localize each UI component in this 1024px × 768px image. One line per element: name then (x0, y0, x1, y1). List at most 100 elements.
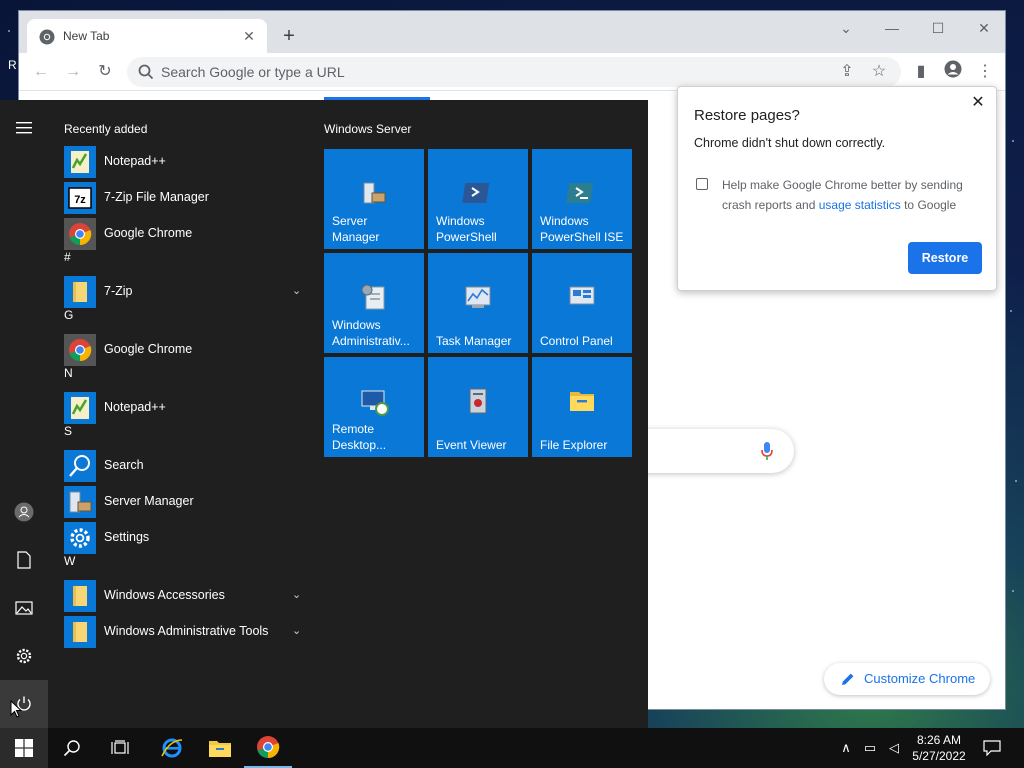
app-item-7-zip-file-manager[interactable]: 7z 7-Zip File Manager (64, 182, 304, 214)
task-view-button[interactable] (96, 728, 144, 768)
volume-icon[interactable]: ◁ (886, 740, 902, 756)
tile-remote-desktop[interactable]: Remote Desktop... (324, 357, 424, 457)
help-text-end: to Google (900, 198, 957, 212)
task-manager-icon (462, 281, 494, 313)
notifications-icon[interactable] (982, 740, 1002, 757)
profile-icon[interactable] (941, 60, 965, 84)
documents-icon[interactable] (0, 536, 48, 584)
restore-button[interactable]: Restore (908, 242, 982, 274)
tab-new-tab[interactable]: New Tab ✕ (27, 19, 267, 53)
tile-control-panel[interactable]: Control Panel (532, 253, 632, 353)
close-tab-icon[interactable]: ✕ (239, 26, 259, 46)
app-item-notepad-[interactable]: Notepad++ (64, 392, 304, 424)
usage-statistics-link[interactable]: usage statistics (819, 198, 901, 212)
section-header[interactable]: G (64, 308, 73, 322)
network-icon[interactable]: ▭ (862, 740, 878, 756)
app-item-search[interactable]: Search (64, 450, 304, 482)
back-icon[interactable]: ← (29, 60, 53, 84)
file-explorer-button[interactable] (196, 728, 244, 768)
powershell-ise-icon (566, 177, 598, 209)
tile-label: Windows Administrativ... (332, 318, 410, 348)
tile-file-explorer[interactable]: File Explorer (532, 357, 632, 457)
show-hidden-icons[interactable]: ∧ (838, 740, 854, 756)
app-item-7-zip[interactable]: 7-Zip ⌄ (64, 276, 304, 308)
close-window-button[interactable]: ✕ (969, 17, 999, 39)
file-explorer-icon (566, 385, 598, 417)
app-item-windows-administrative-tools[interactable]: Windows Administrative Tools ⌄ (64, 616, 304, 648)
tile-label: Server Manager (332, 214, 380, 244)
tile-server-manager[interactable]: Server Manager (324, 149, 424, 249)
remote-desktop-icon (358, 385, 390, 417)
new-tab-button[interactable]: + (277, 25, 301, 49)
customize-chrome-label: Customize Chrome (864, 671, 976, 686)
clock-date: 5/27/2022 (912, 749, 966, 763)
reload-icon[interactable]: ↻ (93, 60, 117, 84)
pictures-icon[interactable] (0, 584, 48, 632)
chevron-down-icon[interactable]: ⌄ (292, 624, 304, 637)
notepadpp-icon (64, 146, 96, 178)
tab-search-icon[interactable]: ⌄ (831, 17, 861, 39)
power-icon[interactable] (0, 680, 48, 728)
app-item-settings[interactable]: Settings (64, 522, 304, 554)
task-view-icon (111, 740, 129, 754)
forward-icon[interactable]: → (61, 60, 85, 84)
app-label: Search (104, 458, 144, 472)
chevron-down-icon[interactable]: ⌄ (292, 588, 304, 601)
tile-windows-powershell-ise[interactable]: Windows PowerShell ISE (532, 149, 632, 249)
crash-report-checkbox[interactable] (696, 178, 708, 190)
svg-text:7z: 7z (74, 194, 86, 206)
start-button[interactable] (0, 728, 48, 768)
user-icon[interactable] (0, 488, 48, 536)
admin-tools-icon (358, 281, 390, 313)
internet-explorer-icon (161, 738, 183, 758)
maximize-button[interactable]: ☐ (923, 17, 953, 39)
hamburger-icon[interactable] (0, 104, 48, 152)
section-header[interactable]: S (64, 424, 72, 438)
side-panel-icon[interactable]: ▮ (909, 60, 933, 84)
mic-icon[interactable] (760, 441, 774, 461)
internet-explorer-button[interactable] (148, 728, 196, 768)
app-item-google-chrome[interactable]: Google Chrome (64, 218, 304, 250)
app-label: Notepad++ (104, 154, 166, 168)
app-label: 7-Zip (104, 284, 133, 298)
tile-label: Windows PowerShell (436, 214, 497, 244)
app-list: Recently added Notepad++ 7z 7-Zip File Mana… (56, 100, 308, 728)
tile-task-manager[interactable]: Task Manager (428, 253, 528, 353)
app-label: Settings (104, 530, 150, 544)
star-icon[interactable]: ☆ (867, 60, 891, 84)
start-rail (0, 100, 48, 728)
app-label: Windows Accessories (104, 588, 225, 602)
section-header[interactable]: N (64, 366, 73, 380)
chrome-icon (64, 334, 96, 366)
clock[interactable]: 8:26 AM 5/27/2022 (904, 732, 974, 764)
ntp-search-box[interactable] (639, 429, 794, 473)
share-icon[interactable]: ⇪ (835, 60, 859, 84)
control-panel-icon (566, 281, 598, 313)
settings-icon[interactable] (0, 632, 48, 680)
omnibox[interactable]: Search Google or type a URL ⇪ ☆ (127, 57, 901, 87)
pencil-icon (842, 673, 854, 685)
minimize-button[interactable]: — (877, 17, 907, 39)
close-icon[interactable]: ✕ (968, 93, 988, 113)
menu-icon[interactable]: ⋮ (973, 60, 997, 84)
tile-windows-administrativ[interactable]: Windows Administrativ... (324, 253, 424, 353)
app-label: 7-Zip File Manager (104, 190, 209, 204)
app-item-windows-accessories[interactable]: Windows Accessories ⌄ (64, 580, 304, 612)
tile-label: Windows PowerShell ISE (540, 214, 624, 244)
app-item-notepad-[interactable]: Notepad++ (64, 146, 304, 178)
tile-label: Task Manager (436, 334, 512, 348)
tile-windows-powershell[interactable]: Windows PowerShell (428, 149, 528, 249)
app-item-google-chrome[interactable]: Google Chrome (64, 334, 304, 366)
section-header[interactable]: W (64, 554, 75, 568)
app-item-server-manager[interactable]: Server Manager (64, 486, 304, 518)
server-manager-icon (358, 177, 390, 209)
taskbar: ∧ ▭ ◁ 8:26 AM 5/27/2022 (0, 728, 1024, 768)
search-button[interactable] (48, 728, 96, 768)
tile-event-viewer[interactable]: Event Viewer (428, 357, 528, 457)
customize-chrome-button[interactable]: Customize Chrome (824, 663, 990, 695)
search-icon (63, 740, 80, 757)
tile-label: Control Panel (540, 334, 613, 348)
chrome-taskbar-button[interactable] (244, 728, 292, 768)
chevron-down-icon[interactable]: ⌄ (292, 284, 304, 297)
section-header[interactable]: # (64, 250, 71, 264)
